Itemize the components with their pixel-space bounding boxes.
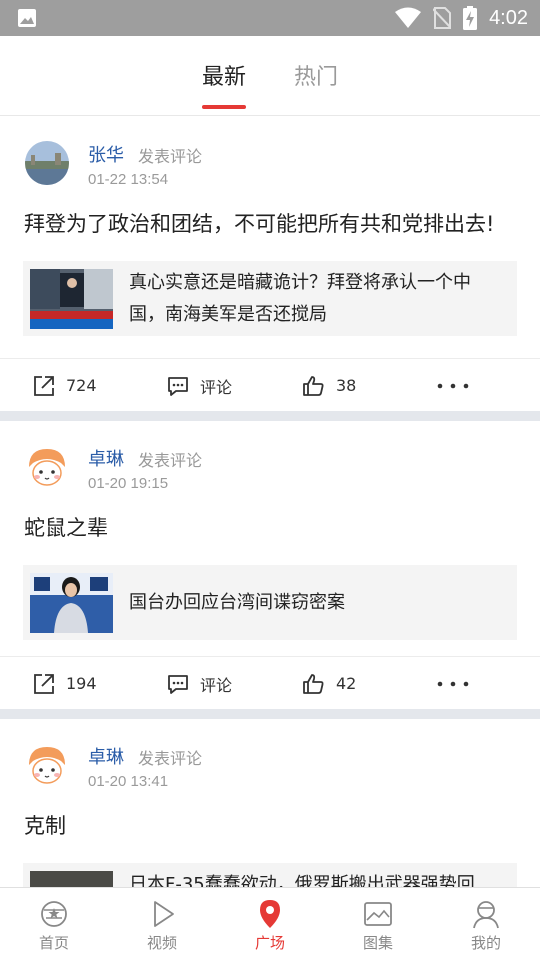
comment-text: 克制	[24, 814, 66, 838]
thumbs-up-icon	[303, 673, 324, 694]
nav-home-label: 首页	[38, 934, 69, 952]
share-count: 194	[66, 674, 97, 693]
post-time: 01-20 19:15	[88, 475, 169, 492]
nav-square-label: 广场	[254, 934, 285, 952]
avatar[interactable]	[25, 743, 69, 787]
battery-charging-icon	[463, 6, 478, 30]
avatar[interactable]	[25, 445, 69, 489]
linked-article[interactable]: 日本F-35蠢蠢欲动，俄罗斯搬出武器强势回应	[23, 863, 517, 887]
avatar[interactable]	[25, 141, 69, 185]
article-title: 真心实意还是暗藏诡计？拜登将承认一个中国，南海美军是否还搅局	[129, 271, 471, 325]
post-card: 卓琳 发表评论 01-20 13:41 克制 日本F-35蠢蠢欲动，俄罗斯搬出武…	[0, 719, 540, 887]
comment-text: 拜登为了政治和团结，不可能把所有共和党排出去!	[24, 212, 495, 236]
user-icon	[473, 901, 499, 929]
feed-list[interactable]: 张华 发表评论 01-22 13:54 拜登为了政治和团结，不可能把所有共和党排…	[0, 117, 540, 887]
post-card: 张华 发表评论 01-22 13:54 拜登为了政治和团结，不可能把所有共和党排…	[0, 117, 540, 411]
comment-button[interactable]: 评论	[166, 657, 232, 710]
author-name[interactable]: 卓琳	[88, 445, 124, 471]
image-gallery-icon	[364, 902, 392, 926]
tab-latest[interactable]: 最新	[201, 35, 247, 115]
image-notification-icon	[18, 9, 36, 27]
post-time: 01-20 13:41	[88, 773, 169, 790]
clock: 4:02	[489, 6, 528, 29]
linked-article[interactable]: 真心实意还是暗藏诡计？拜登将承认一个中国，南海美军是否还搅局	[23, 261, 517, 336]
nav-video[interactable]: 视频	[108, 888, 216, 960]
comment-button[interactable]: 评论	[166, 359, 232, 412]
share-button[interactable]: 724	[32, 359, 97, 412]
post-time: 01-22 13:54	[88, 171, 169, 188]
section-divider	[0, 709, 540, 719]
nav-gallery[interactable]: 图集	[324, 888, 432, 960]
post-actions: 724 评论 38	[0, 358, 540, 411]
article-thumbnail	[30, 268, 113, 329]
share-icon	[34, 375, 54, 396]
like-button[interactable]: 38	[302, 359, 356, 412]
post-action-label: 发表评论	[138, 451, 203, 470]
bottom-nav: 首页 视频 广场 图集 我的	[0, 887, 540, 960]
no-sim-icon	[433, 7, 452, 29]
nav-video-label: 视频	[146, 934, 177, 952]
article-title: 日本F-35蠢蠢欲动，俄罗斯搬出武器强势回应	[129, 873, 475, 888]
comment-label: 评论	[200, 675, 233, 695]
comment-text: 蛇鼠之辈	[24, 516, 108, 540]
like-count: 38	[336, 376, 357, 395]
more-dots-icon	[437, 383, 469, 388]
thumbs-up-icon	[303, 375, 324, 396]
like-count: 42	[336, 674, 357, 693]
article-thumbnail	[30, 870, 113, 887]
share-icon	[34, 673, 54, 694]
like-button[interactable]: 42	[302, 657, 356, 710]
share-button[interactable]: 194	[32, 657, 97, 710]
nav-gallery-label: 图集	[362, 934, 393, 952]
more-options-button[interactable]	[436, 359, 470, 412]
home-badge-icon	[41, 901, 67, 927]
post-actions: 194 评论 42	[0, 656, 540, 709]
nav-profile[interactable]: 我的	[432, 888, 540, 960]
play-icon	[154, 901, 174, 927]
author-name[interactable]: 卓琳	[88, 743, 124, 769]
section-divider	[0, 411, 540, 421]
post-action-label: 发表评论	[138, 147, 203, 166]
author-name[interactable]: 张华	[88, 141, 124, 167]
article-thumbnail	[30, 572, 113, 633]
nav-profile-label: 我的	[470, 934, 501, 952]
more-options-button[interactable]	[436, 657, 470, 710]
feed-tabs: 最新 热门	[0, 36, 540, 116]
comment-icon	[168, 674, 188, 694]
tab-hot[interactable]: 热门	[294, 35, 338, 115]
article-title: 国台办回应台湾间谍窃密案	[129, 591, 345, 613]
comment-label: 评论	[200, 377, 233, 397]
post-action-label: 发表评论	[138, 749, 203, 768]
nav-square[interactable]: 广场	[216, 888, 324, 960]
linked-article[interactable]: 国台办回应台湾间谍窃密案	[23, 565, 517, 640]
wifi-icon	[395, 7, 422, 28]
comment-icon	[168, 376, 188, 396]
post-card: 卓琳 发表评论 01-20 19:15 蛇鼠之辈 国台办回应台湾间谍窃密案 19…	[0, 421, 540, 709]
share-count: 724	[66, 376, 97, 395]
nav-home[interactable]: 首页	[0, 888, 108, 960]
more-dots-icon	[437, 681, 469, 686]
status-bar: 4:02	[0, 0, 540, 36]
location-pin-icon	[260, 900, 280, 928]
